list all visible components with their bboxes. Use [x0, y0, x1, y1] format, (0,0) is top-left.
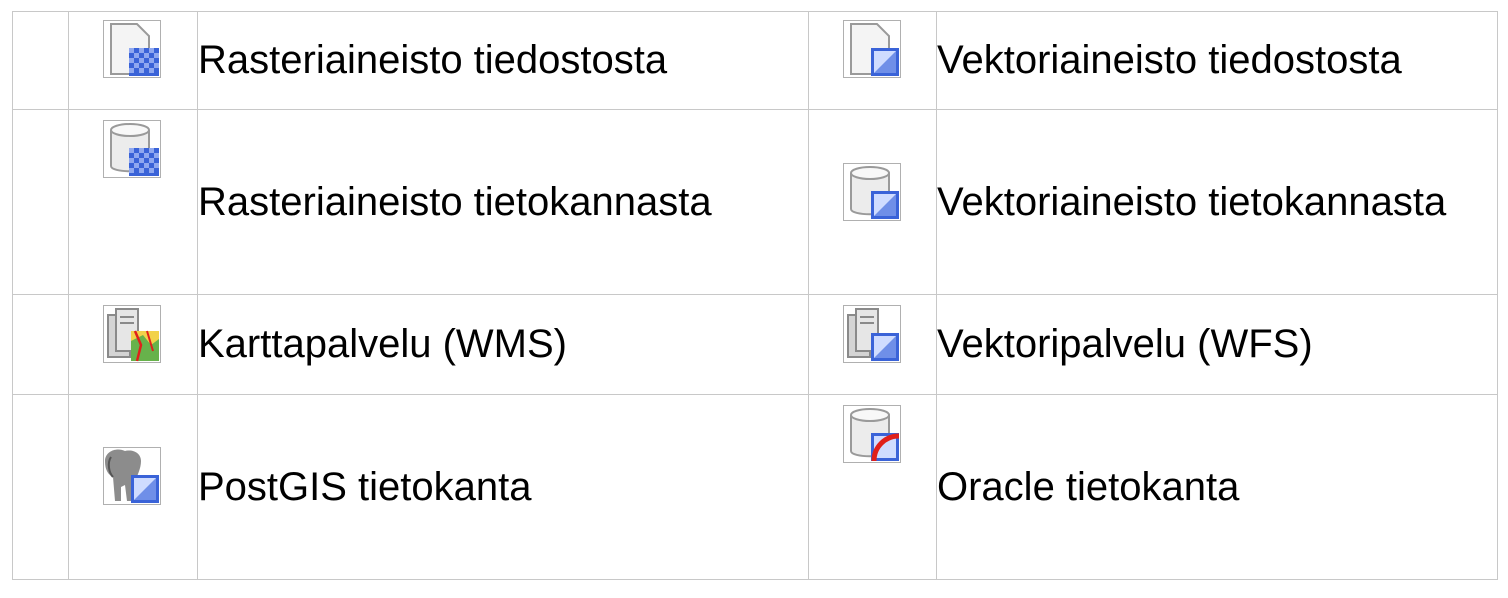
source-label: Vektoriaineisto tietokannasta [936, 109, 1498, 295]
source-label: Rasteriaineisto tietokannasta [197, 109, 809, 295]
data-source-table: Rasteriaineisto tiedostosta Vektoriainei… [12, 11, 1498, 580]
raster-database-icon[interactable] [103, 120, 161, 178]
source-label: Oracle tietokanta [936, 394, 1498, 580]
wfs-server-icon[interactable] [843, 305, 901, 363]
icon-cell [808, 11, 937, 110]
icon-cell [68, 294, 198, 395]
oracle-database-icon[interactable] [843, 405, 901, 463]
empty-cell [12, 394, 69, 580]
icon-cell [68, 109, 198, 295]
empty-cell [12, 11, 69, 110]
table-row: PostGIS tietokanta Oracle tietokanta [12, 394, 1498, 580]
wms-server-icon[interactable] [103, 305, 161, 363]
source-label: Rasteriaineisto tiedostosta [197, 11, 809, 110]
empty-cell [12, 109, 69, 295]
postgis-elephant-icon[interactable] [103, 447, 161, 505]
table-row: Karttapalvelu (WMS) Vektoripalvelu (WFS) [12, 294, 1498, 395]
empty-cell [12, 294, 69, 395]
source-label: PostGIS tietokanta [197, 394, 809, 580]
vector-file-icon[interactable] [843, 20, 901, 78]
icon-cell [808, 294, 937, 395]
table-row: Rasteriaineisto tietokannasta Vektoriain… [12, 109, 1498, 295]
icon-cell [68, 11, 198, 110]
table-row: Rasteriaineisto tiedostosta Vektoriainei… [12, 11, 1498, 110]
icon-cell [808, 394, 937, 580]
vector-database-icon[interactable] [843, 163, 901, 221]
raster-file-icon[interactable] [103, 20, 161, 78]
source-label: Karttapalvelu (WMS) [197, 294, 809, 395]
icon-cell [68, 394, 198, 580]
icon-cell [808, 109, 937, 295]
source-label: Vektoripalvelu (WFS) [936, 294, 1498, 395]
source-label: Vektoriaineisto tiedostosta [936, 11, 1498, 110]
